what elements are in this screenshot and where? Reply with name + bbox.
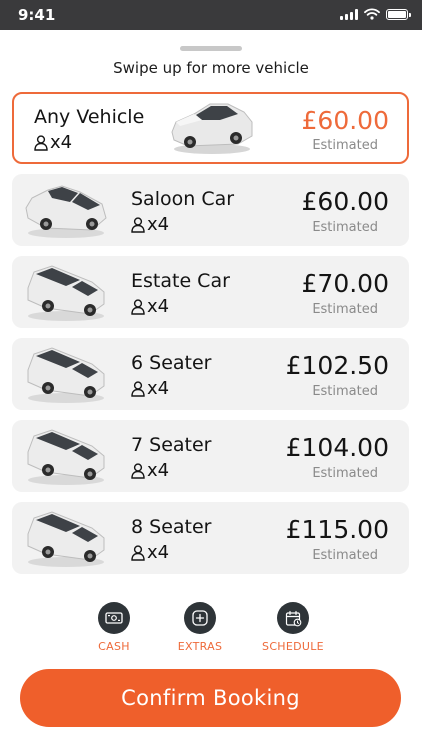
vehicle-name: 7 Seater — [131, 434, 212, 456]
status-bar: 9:41 — [0, 0, 422, 30]
cellular-signal-icon — [340, 8, 358, 20]
van-car-icon — [27, 511, 105, 567]
vehicle-price: £60.00 — [301, 106, 389, 135]
price-estimated-label: Estimated — [312, 302, 378, 317]
person-icon — [131, 298, 145, 315]
vehicle-option-estate-car[interactable]: Estate Car x4 £70.00 Estimated — [12, 256, 409, 328]
vehicle-name: Saloon Car — [131, 188, 235, 210]
vehicle-seats: x4 — [131, 296, 169, 317]
status-time: 9:41 — [18, 6, 56, 24]
vehicle-name: 8 Seater — [131, 516, 212, 538]
extras-button[interactable]: EXTRAS — [155, 602, 245, 653]
cash-label: CASH — [98, 640, 130, 653]
seat-count: x4 — [147, 214, 170, 235]
vehicle-price: £104.00 — [285, 433, 389, 462]
vehicle-name: Any Vehicle — [34, 106, 145, 128]
person-icon — [131, 216, 145, 233]
extras-label: EXTRAS — [177, 640, 223, 653]
person-icon — [131, 544, 145, 561]
sedan-car-icon — [171, 103, 253, 154]
plus-icon — [184, 602, 216, 634]
vehicle-price: £102.50 — [285, 351, 389, 380]
wifi-icon — [364, 8, 380, 20]
calendar-icon — [277, 602, 309, 634]
person-icon — [34, 134, 48, 151]
vehicle-option-saloon-car[interactable]: Saloon Car x4 £60.00 Estimated — [12, 174, 409, 246]
vehicle-option-8-seater[interactable]: 8 Seater x4 £115.00 Estimated — [12, 502, 409, 574]
price-estimated-label: Estimated — [312, 466, 378, 481]
vehicle-seats: x4 — [131, 378, 169, 399]
schedule-label: SCHEDULE — [262, 640, 324, 653]
van-car-icon — [27, 347, 105, 403]
confirm-booking-button[interactable]: Confirm Booking — [20, 669, 401, 727]
seat-count: x4 — [147, 378, 170, 399]
sedan-car-icon — [25, 185, 107, 238]
price-estimated-label: Estimated — [312, 138, 378, 153]
vehicle-seats: x4 — [34, 132, 72, 153]
schedule-button[interactable]: SCHEDULE — [248, 602, 338, 653]
price-estimated-label: Estimated — [312, 220, 378, 235]
seat-count: x4 — [147, 296, 170, 317]
booking-options-row: CASH EXTRAS SCHEDULE — [0, 602, 422, 658]
vehicle-seats: x4 — [131, 460, 169, 481]
seat-count: x4 — [50, 132, 73, 153]
cash-button[interactable]: CASH — [69, 602, 159, 653]
swipe-hint: Swipe up for more vehicle — [113, 59, 309, 77]
vehicle-price: £70.00 — [301, 269, 389, 298]
vehicle-name: Estate Car — [131, 270, 230, 292]
vehicle-option-any-vehicle[interactable]: Any Vehicle x4 £60.00 Estimated — [12, 92, 409, 164]
vehicle-seats: x4 — [131, 214, 169, 235]
status-icons — [340, 8, 411, 20]
seat-count: x4 — [147, 542, 170, 563]
vehicle-price: £60.00 — [301, 187, 389, 216]
person-icon — [131, 462, 145, 479]
vehicle-name: 6 Seater — [131, 352, 212, 374]
price-estimated-label: Estimated — [312, 548, 378, 563]
vehicle-list: Any Vehicle x4 £60.00 Estimated Saloon C… — [12, 92, 409, 584]
van-car-icon — [27, 429, 105, 485]
battery-icon — [386, 8, 411, 20]
vehicle-price: £115.00 — [285, 515, 389, 544]
seat-count: x4 — [147, 460, 170, 481]
van-car-icon — [27, 265, 105, 321]
vehicle-seats: x4 — [131, 542, 169, 563]
vehicle-option-7-seater[interactable]: 7 Seater x4 £104.00 Estimated — [12, 420, 409, 492]
vehicle-option-6-seater[interactable]: 6 Seater x4 £102.50 Estimated — [12, 338, 409, 410]
price-estimated-label: Estimated — [312, 384, 378, 399]
cash-icon — [98, 602, 130, 634]
sheet-drag-handle[interactable] — [180, 46, 242, 51]
person-icon — [131, 380, 145, 397]
